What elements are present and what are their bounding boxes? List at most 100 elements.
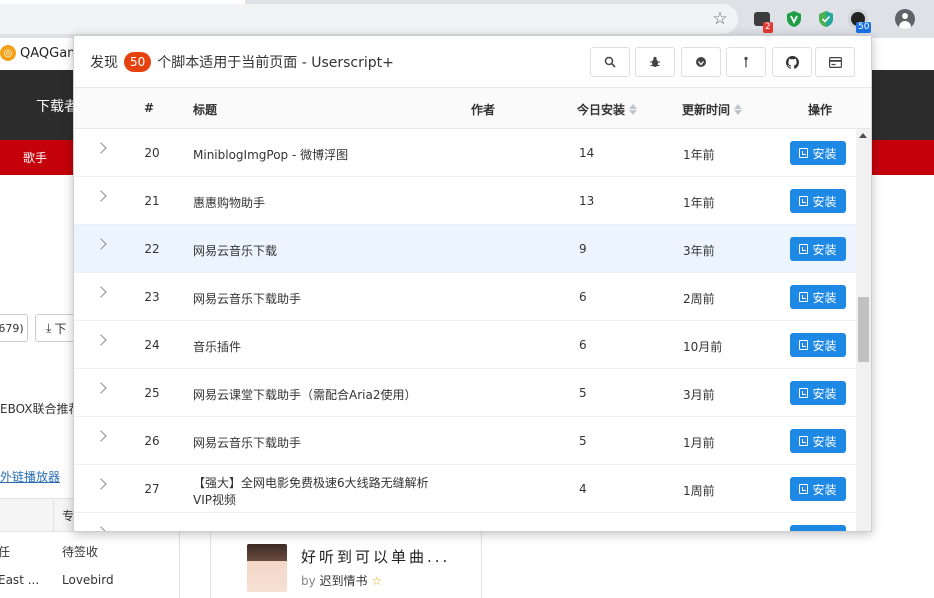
userscript-badge: 50 (856, 22, 872, 33)
expand-chevron-icon[interactable] (95, 334, 107, 346)
settings-card-button[interactable] (815, 47, 855, 77)
script-title[interactable]: 网易云课堂下载助手（需配合Aria2使用） (193, 386, 416, 403)
updated-time: 10月前 (683, 340, 723, 354)
privacy-shield-icon[interactable] (815, 8, 837, 30)
column-header-installs[interactable]: 今日安装 (577, 101, 638, 118)
table-row[interactable]: 22 网易云音乐下载 9 3年前 安装 (74, 225, 856, 273)
userscript-popup: 发现 50 个脚本适用于当前页面 - Userscript+ # 标题 作者 今… (73, 35, 872, 532)
install-icon (799, 388, 809, 398)
star-icon: ☆ (371, 574, 383, 588)
daily-installs: 5 (579, 386, 587, 400)
script-title[interactable]: 惠惠购物助手 (193, 194, 265, 211)
script-table-body: 20 MiniblogImgPop - 微博浮图 14 1年前 安装 21 惠惠… (74, 129, 856, 531)
script-title[interactable]: MiniblogImgPop - 微博浮图 (193, 146, 348, 163)
updated-time: 3年前 (683, 244, 715, 258)
scrollbar-thumb[interactable] (858, 297, 869, 362)
table-row[interactable]: 20 MiniblogImgPop - 微博浮图 14 1年前 安装 (74, 129, 856, 177)
playlist-author: by 迟到情书 ☆ (301, 574, 383, 588)
column-header-updated[interactable]: 更新时间 (682, 101, 743, 118)
bug-icon (650, 56, 660, 67)
row-number: 24 (144, 338, 160, 352)
expand-chevron-icon[interactable] (95, 526, 107, 531)
profile-avatar-icon[interactable] (894, 8, 916, 30)
song-table-cell[interactable]: Lovebird (62, 573, 114, 587)
daily-installs: 5 (579, 434, 587, 448)
row-number: 21 (144, 194, 160, 208)
script-title[interactable]: 【强大】全网电影免费极速6大线路无缝解析VIP视频 (193, 475, 438, 509)
install-button[interactable]: 安装 (790, 141, 846, 165)
install-button[interactable] (790, 525, 846, 531)
script-title[interactable]: 网易云音乐下载 (193, 242, 277, 259)
daily-installs: 6 (579, 290, 587, 304)
daily-installs: 6 (579, 338, 587, 352)
script-title[interactable]: 网易云音乐下载助手 (193, 290, 301, 307)
install-button[interactable]: 安装 (790, 333, 846, 357)
script-table-header: # 标题 作者 今日安装 更新时间 操作 (74, 88, 871, 129)
install-icon (799, 196, 809, 206)
shield-extension-icon[interactable] (783, 8, 805, 30)
scroll-up-arrow-icon[interactable] (859, 133, 867, 138)
shield-button[interactable] (681, 47, 721, 77)
pin-button[interactable] (726, 47, 766, 77)
row-number: 26 (144, 434, 160, 448)
report-bug-button[interactable] (635, 47, 675, 77)
sort-icon[interactable] (734, 104, 743, 115)
playlist-author-name[interactable]: 迟到情书 (320, 574, 368, 588)
install-button[interactable]: 安装 (790, 381, 846, 405)
expand-chevron-icon[interactable] (95, 238, 107, 250)
expand-chevron-icon[interactable] (95, 382, 107, 394)
install-button[interactable]: 安装 (790, 237, 846, 261)
row-number: 27 (144, 482, 160, 496)
script-title[interactable]: 音乐插件 (193, 338, 241, 355)
page-tab-title[interactable]: ◎ QAQGam (0, 42, 80, 64)
row-number: 20 (144, 146, 160, 160)
table-row[interactable]: 24 音乐插件 6 10月前 安装 (74, 321, 856, 369)
install-button[interactable]: 安装 (790, 285, 846, 309)
row-number: 22 (144, 242, 160, 256)
playlist-title[interactable]: 好听到可以单曲... (301, 546, 450, 567)
search-button[interactable] (590, 47, 630, 77)
column-header-action: 操作 (808, 103, 833, 117)
expand-chevron-icon[interactable] (95, 142, 107, 154)
install-button[interactable]: 安装 (790, 477, 846, 501)
script-title[interactable]: 网易云音乐下载助手 (193, 434, 301, 451)
updated-time: 2周前 (683, 292, 715, 306)
table-row[interactable]: 23 网易云音乐下载助手 6 2周前 安装 (74, 273, 856, 321)
song-table-cell: East ... (0, 573, 40, 587)
site-logo-icon: ◎ (0, 45, 16, 61)
sort-icon[interactable] (629, 104, 638, 115)
table-row[interactable] (74, 513, 856, 531)
install-button[interactable]: 安装 (790, 189, 846, 213)
daily-installs: 14 (579, 146, 595, 160)
address-bar[interactable] (0, 4, 738, 34)
song-table-cell: 任 (0, 545, 11, 559)
script-count-badge: 50 (124, 52, 152, 72)
row-number: 23 (144, 290, 160, 304)
playlist-cover-image[interactable] (247, 544, 287, 592)
external-player-link[interactable]: 外链播放器 (0, 468, 60, 485)
nav-item-downloader[interactable]: 下载者 (36, 96, 78, 116)
subnav-item-singer[interactable]: 歌手 (23, 149, 47, 166)
recommend-text: EBOX联合推荐 (0, 402, 81, 416)
table-row[interactable]: 25 网易云课堂下载助手（需配合Aria2使用） 5 3月前 安装 (74, 369, 856, 417)
updated-time: 1月前 (683, 436, 715, 450)
github-button[interactable] (772, 47, 812, 77)
bookmark-star-icon[interactable]: ☆ (709, 8, 731, 30)
daily-installs: 4 (579, 482, 587, 496)
expand-chevron-icon[interactable] (95, 478, 107, 490)
expand-chevron-icon[interactable] (95, 430, 107, 442)
expand-chevron-icon[interactable] (95, 190, 107, 202)
extension-badge: 2 (763, 22, 773, 33)
table-row[interactable]: 26 网易云音乐下载助手 5 1月前 安装 (74, 417, 856, 465)
expand-chevron-icon[interactable] (95, 286, 107, 298)
playlist-card[interactable]: 好听到可以单曲... by 迟到情书 ☆ (210, 530, 482, 598)
install-button[interactable]: 安装 (790, 429, 846, 453)
page-tab-label: QAQGam (20, 45, 80, 61)
table-row[interactable]: 27 【强大】全网电影免费极速6大线路无缝解析VIP视频 4 1周前 安装 (74, 465, 856, 513)
table-scrollbar[interactable] (856, 129, 871, 531)
table-row[interactable]: 21 惠惠购物助手 13 1年前 安装 (74, 177, 856, 225)
column-header-title: 标题 (193, 103, 218, 117)
updated-time: 3月前 (683, 388, 715, 402)
install-icon (799, 148, 809, 158)
daily-installs: 9 (579, 242, 587, 256)
